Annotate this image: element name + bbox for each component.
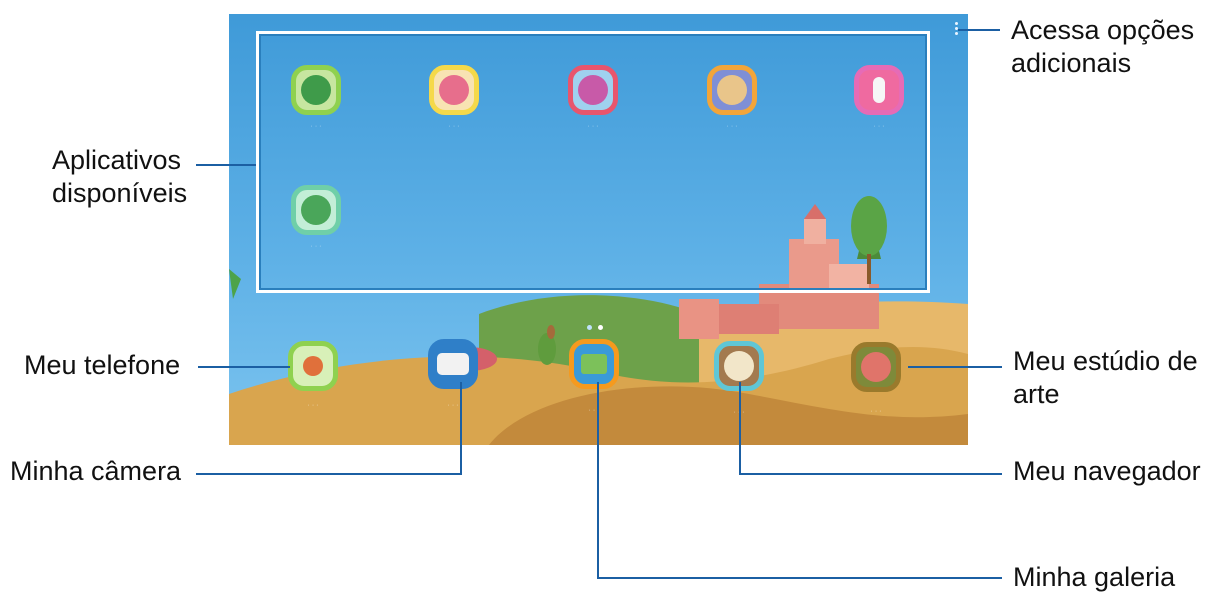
callout-phone: Meu telefone bbox=[24, 350, 181, 380]
callout-art-line1: Meu estúdio de bbox=[1013, 346, 1198, 376]
callout-lines bbox=[196, 29, 1002, 579]
callout-art-line2: arte bbox=[1013, 379, 1060, 409]
callout-options-line2: adicionais bbox=[1011, 48, 1132, 78]
callout-art-studio: Meu estúdio de arte bbox=[1013, 345, 1198, 411]
callout-browser: Meu navegador bbox=[1013, 456, 1201, 486]
callout-gallery: Minha galeria bbox=[1013, 562, 1176, 592]
callout-apps-line2: disponíveis bbox=[52, 178, 188, 208]
callout-apps: Aplicativos disponíveis bbox=[52, 144, 187, 210]
callout-options: Acessa opções adicionais bbox=[1011, 14, 1194, 80]
callout-apps-line1: Aplicativos bbox=[52, 145, 182, 175]
callout-camera: Minha câmera bbox=[10, 456, 182, 486]
callout-options-line1: Acessa opções bbox=[1011, 15, 1195, 45]
